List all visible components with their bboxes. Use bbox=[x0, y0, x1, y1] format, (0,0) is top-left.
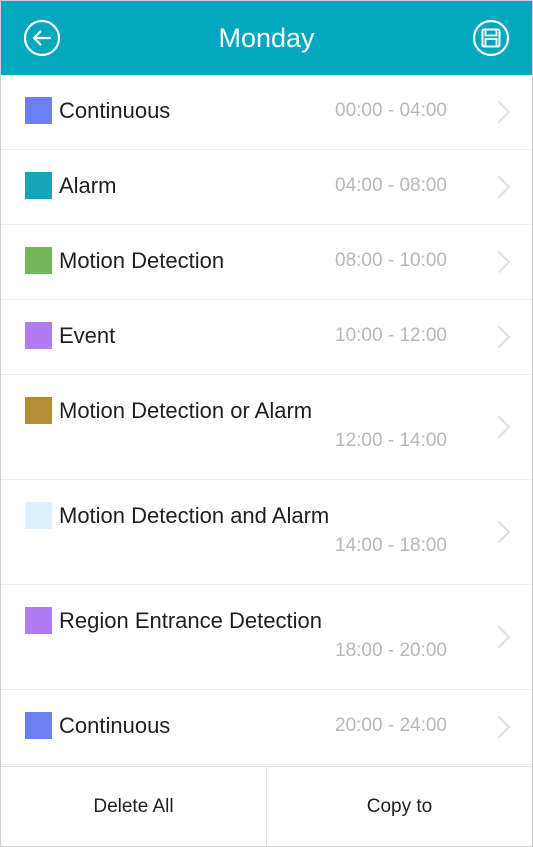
schedule-row[interactable]: Continuous 20:00 - 24:00 bbox=[1, 690, 532, 765]
chevron-right-icon bbox=[498, 176, 510, 198]
schedule-row[interactable]: Region Entrance Detection 18:00 - 20:00 bbox=[1, 585, 532, 690]
record-type-label: Motion Detection and Alarm bbox=[59, 503, 330, 528]
time-range: 00:00 - 04:00 bbox=[335, 100, 447, 121]
save-button[interactable] bbox=[472, 19, 510, 57]
chevron-right-icon bbox=[498, 326, 510, 348]
record-type-label: Motion Detection bbox=[59, 248, 225, 273]
chevron-right-icon bbox=[498, 251, 510, 273]
record-type-color-swatch bbox=[25, 712, 52, 739]
schedule-list: Continuous 00:00 - 04:00 Alarm 04:00 - 08:0… bbox=[1, 75, 532, 765]
app-header: Monday bbox=[1, 1, 532, 75]
schedule-screen: Monday Continuous 00:00 - 04:00 Alarm 04:00… bbox=[0, 0, 533, 847]
schedule-row[interactable]: Motion Detection or Alarm 12:00 - 14:00 bbox=[1, 375, 532, 480]
schedule-row[interactable]: Alarm 04:00 - 08:00 bbox=[1, 150, 532, 225]
copy-to-button[interactable]: Copy to bbox=[266, 767, 532, 846]
record-type-label: Continuous bbox=[59, 98, 171, 123]
page-title: Monday bbox=[218, 23, 315, 53]
time-range: 08:00 - 10:00 bbox=[335, 250, 447, 271]
record-type-label: Region Entrance Detection bbox=[59, 608, 322, 633]
time-range: 18:00 - 20:00 bbox=[335, 640, 447, 661]
time-range: 14:00 - 18:00 bbox=[335, 535, 447, 556]
record-type-color-swatch bbox=[25, 502, 52, 529]
chevron-right-icon bbox=[498, 716, 510, 738]
schedule-row[interactable]: Event 10:00 - 12:00 bbox=[1, 300, 532, 375]
chevron-right-icon bbox=[498, 626, 510, 648]
chevron-right-icon bbox=[498, 416, 510, 438]
time-range: 04:00 - 08:00 bbox=[335, 175, 447, 196]
record-type-color-swatch bbox=[25, 397, 52, 424]
record-type-color-swatch bbox=[25, 247, 52, 274]
time-range: 20:00 - 24:00 bbox=[335, 715, 447, 736]
footer-actions: Delete All Copy to bbox=[1, 766, 532, 846]
record-type-color-swatch bbox=[25, 172, 52, 199]
record-type-color-swatch bbox=[25, 97, 52, 124]
chevron-right-icon bbox=[498, 521, 510, 543]
delete-all-button[interactable]: Delete All bbox=[1, 767, 266, 846]
floppy-disk-circle-icon bbox=[472, 19, 510, 57]
record-type-label: Continuous bbox=[59, 713, 171, 738]
record-type-color-swatch bbox=[25, 322, 52, 349]
record-type-label: Event bbox=[59, 323, 116, 348]
record-type-label: Alarm bbox=[59, 173, 117, 198]
record-type-label: Motion Detection or Alarm bbox=[59, 398, 313, 423]
schedule-row[interactable]: Motion Detection and Alarm 14:00 - 18:00 bbox=[1, 480, 532, 585]
record-type-color-swatch bbox=[25, 607, 52, 634]
schedule-row[interactable]: Continuous 00:00 - 04:00 bbox=[1, 75, 532, 150]
chevron-right-icon bbox=[498, 101, 510, 123]
time-range: 12:00 - 14:00 bbox=[335, 430, 447, 451]
time-range: 10:00 - 12:00 bbox=[335, 325, 447, 346]
schedule-row[interactable]: Motion Detection 08:00 - 10:00 bbox=[1, 225, 532, 300]
